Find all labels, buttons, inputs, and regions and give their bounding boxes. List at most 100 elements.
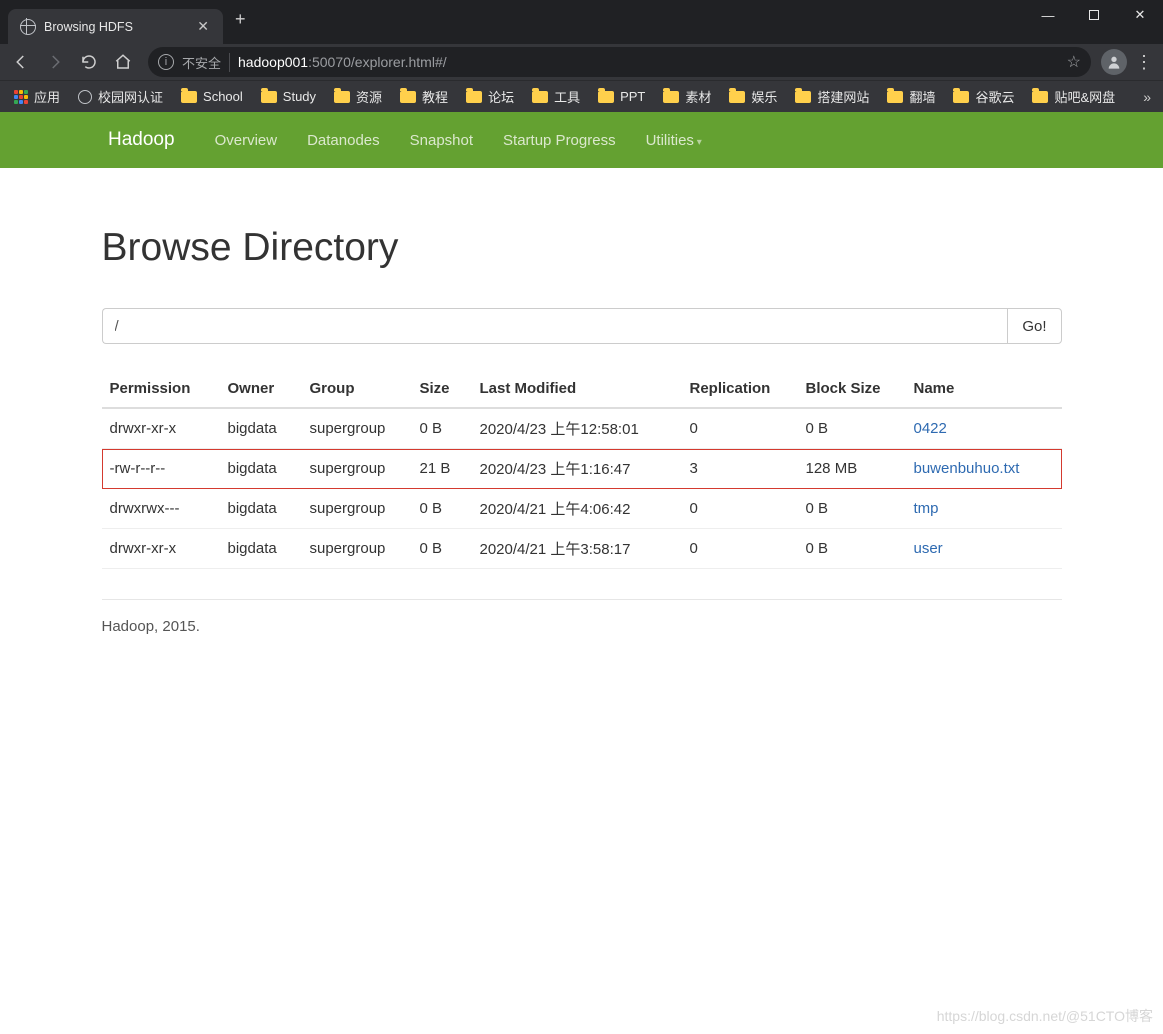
bookmark-item[interactable]: 搭建网站 bbox=[787, 83, 877, 111]
bookmarks-overflow-button[interactable]: » bbox=[1133, 89, 1157, 105]
bookmark-label: 素材 bbox=[685, 87, 711, 106]
home-button[interactable] bbox=[108, 47, 138, 77]
watermark: https://blog.csdn.net/@51CTO博客 bbox=[937, 1006, 1153, 1026]
table-row: drwxr-xr-xbigdatasupergroup0 B2020/4/23 … bbox=[102, 408, 1062, 449]
file-link[interactable]: user bbox=[914, 540, 943, 557]
bookmark-item[interactable]: 贴吧&网盘 bbox=[1024, 83, 1123, 111]
apps-shortcut[interactable]: 应用 bbox=[6, 83, 68, 111]
cell-rep: 0 bbox=[682, 408, 798, 449]
minimize-button[interactable]: ― bbox=[1025, 0, 1071, 30]
cell-owner: bigdata bbox=[220, 449, 302, 489]
reload-button[interactable] bbox=[74, 47, 104, 77]
col-last-modified[interactable]: Last Modified bbox=[472, 370, 682, 408]
chrome-menu-button[interactable]: ⋮ bbox=[1131, 49, 1157, 75]
browser-tab[interactable]: Browsing HDFS ✕ bbox=[8, 9, 223, 44]
col-size[interactable]: Size bbox=[412, 370, 472, 408]
cell-owner: bigdata bbox=[220, 408, 302, 449]
maximize-button[interactable] bbox=[1071, 0, 1117, 30]
bookmark-label: 贴吧&网盘 bbox=[1054, 87, 1115, 106]
new-tab-button[interactable]: + bbox=[223, 9, 256, 36]
bookmark-item[interactable]: 教程 bbox=[392, 83, 456, 111]
bookmark-item[interactable]: 工具 bbox=[524, 83, 588, 111]
cell-size: 21 B bbox=[412, 449, 472, 489]
col-owner[interactable]: Owner bbox=[220, 370, 302, 408]
col-block-size[interactable]: Block Size bbox=[798, 370, 906, 408]
bookmark-item[interactable]: 素材 bbox=[655, 83, 719, 111]
cell-bs: 0 B bbox=[798, 529, 906, 569]
brand-label[interactable]: Hadoop bbox=[108, 129, 175, 151]
bookmark-item[interactable]: 娱乐 bbox=[721, 83, 785, 111]
folder-icon bbox=[261, 91, 277, 103]
folder-icon bbox=[466, 91, 482, 103]
cell-perm: drwxrwx--- bbox=[102, 489, 220, 529]
col-permission[interactable]: Permission bbox=[102, 370, 220, 408]
bookmark-label: PPT bbox=[620, 89, 645, 104]
cell-rep: 0 bbox=[682, 489, 798, 529]
address-bar[interactable]: i 不安全 hadoop001:50070/explorer.html#/ ☆ bbox=[148, 47, 1091, 77]
folder-icon bbox=[400, 91, 416, 103]
file-link[interactable]: buwenbuhuo.txt bbox=[914, 460, 1020, 477]
cell-group: supergroup bbox=[302, 489, 412, 529]
cell-owner: bigdata bbox=[220, 489, 302, 529]
table-row: drwxr-xr-xbigdatasupergroup0 B2020/4/21 … bbox=[102, 529, 1062, 569]
globe-icon bbox=[20, 19, 36, 35]
nav-snapshot[interactable]: Snapshot bbox=[410, 132, 473, 149]
folder-icon bbox=[532, 91, 548, 103]
folder-icon bbox=[953, 91, 969, 103]
forward-button[interactable] bbox=[40, 47, 70, 77]
bookmark-item[interactable]: 校园网认证 bbox=[70, 83, 171, 111]
cell-rep: 3 bbox=[682, 449, 798, 489]
folder-icon bbox=[598, 91, 614, 103]
bookmark-label: 校园网认证 bbox=[98, 87, 163, 106]
bookmark-item[interactable]: 翻墙 bbox=[879, 83, 943, 111]
bookmark-label: 资源 bbox=[356, 87, 382, 106]
close-window-button[interactable]: ✕ bbox=[1117, 0, 1163, 30]
cell-size: 0 B bbox=[412, 529, 472, 569]
cell-group: supergroup bbox=[302, 408, 412, 449]
hadoop-navbar: Hadoop Overview Datanodes Snapshot Start… bbox=[0, 112, 1163, 168]
cell-size: 0 B bbox=[412, 408, 472, 449]
cell-rep: 0 bbox=[682, 529, 798, 569]
profile-avatar[interactable] bbox=[1101, 49, 1127, 75]
file-link[interactable]: tmp bbox=[914, 500, 939, 517]
nav-datanodes[interactable]: Datanodes bbox=[307, 132, 380, 149]
bookmark-item[interactable]: 论坛 bbox=[458, 83, 522, 111]
cell-mtime: 2020/4/23 上午12:58:01 bbox=[472, 408, 682, 449]
col-group[interactable]: Group bbox=[302, 370, 412, 408]
folder-icon bbox=[729, 91, 745, 103]
window-titlebar: Browsing HDFS ✕ + ― ✕ bbox=[0, 0, 1163, 44]
table-header: Permission Owner Group Size Last Modifie… bbox=[102, 370, 1062, 408]
bookmark-star-icon[interactable]: ☆ bbox=[1067, 52, 1081, 72]
bookmark-item[interactable]: School bbox=[173, 83, 251, 111]
cell-mtime: 2020/4/21 上午4:06:42 bbox=[472, 489, 682, 529]
cell-owner: bigdata bbox=[220, 529, 302, 569]
cell-name: buwenbuhuo.txt bbox=[906, 449, 1062, 489]
table-row: drwxrwx---bigdatasupergroup0 B2020/4/21 … bbox=[102, 489, 1062, 529]
close-icon[interactable]: ✕ bbox=[197, 18, 209, 35]
footer-rule bbox=[102, 599, 1062, 600]
footer-text: Hadoop, 2015. bbox=[102, 618, 1062, 635]
window-controls: ― ✕ bbox=[1025, 0, 1163, 30]
cell-name: 0422 bbox=[906, 408, 1062, 449]
nav-startup-progress[interactable]: Startup Progress bbox=[503, 132, 616, 149]
col-name[interactable]: Name bbox=[906, 370, 1062, 408]
bookmark-item[interactable]: Study bbox=[253, 83, 324, 111]
bookmark-item[interactable]: 资源 bbox=[326, 83, 390, 111]
back-button[interactable] bbox=[6, 47, 36, 77]
site-info-icon[interactable]: i bbox=[158, 54, 174, 70]
bookmark-label: 论坛 bbox=[488, 87, 514, 106]
file-link[interactable]: 0422 bbox=[914, 420, 947, 437]
page-title: Browse Directory bbox=[102, 226, 1062, 270]
bookmark-item[interactable]: PPT bbox=[590, 83, 653, 111]
go-button[interactable]: Go! bbox=[1007, 308, 1061, 344]
col-replication[interactable]: Replication bbox=[682, 370, 798, 408]
cell-size: 0 B bbox=[412, 489, 472, 529]
nav-utilities-dropdown[interactable]: Utilities bbox=[646, 132, 702, 149]
cell-bs: 0 B bbox=[798, 489, 906, 529]
bookmark-label: 工具 bbox=[554, 87, 580, 106]
nav-overview[interactable]: Overview bbox=[215, 132, 278, 149]
path-input[interactable] bbox=[102, 308, 1008, 344]
bookmarks-bar: 应用 校园网认证 SchoolStudy 资源教程 论坛 工具 PPT 素材娱乐搭建网站翻墙… bbox=[0, 80, 1163, 112]
bookmark-item[interactable]: 谷歌云 bbox=[945, 83, 1022, 111]
url-text: hadoop001:50070/explorer.html#/ bbox=[238, 54, 447, 70]
